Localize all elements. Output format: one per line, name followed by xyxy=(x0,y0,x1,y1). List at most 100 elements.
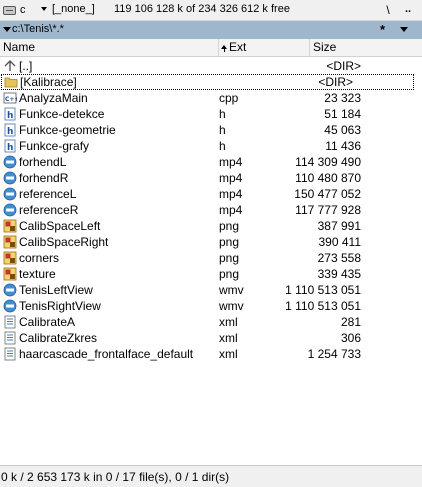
path-bar[interactable]: c:\Tenis\*.* * xyxy=(0,21,422,39)
file-ext: xml xyxy=(219,331,238,345)
file-ext: mp4 xyxy=(219,203,243,217)
file-row[interactable]: forhendL mp4 114 309 490 xyxy=(0,154,422,170)
file-ext: wmv xyxy=(219,283,244,297)
filter-button[interactable]: * xyxy=(380,22,385,37)
image-file-icon xyxy=(3,267,17,281)
file-list[interactable]: [..] <DIR> [Kalibrace] <DIR> C++ AnalyzaMain c… xyxy=(0,58,422,464)
file-ext: h xyxy=(219,123,226,137)
file-row[interactable]: referenceL mp4 150 477 052 xyxy=(0,186,422,202)
file-name: texture xyxy=(19,267,56,281)
file-name: Funkce-detekce xyxy=(19,107,105,121)
file-row[interactable]: C++ AnalyzaMain cpp 23 323 xyxy=(0,90,422,106)
volume-label: [_none_] xyxy=(52,3,95,15)
file-row[interactable]: forhendR mp4 110 480 870 xyxy=(0,170,422,186)
file-ext: png xyxy=(219,251,240,265)
file-ext: xml xyxy=(219,315,238,329)
column-header-ext[interactable]: Ext xyxy=(219,39,310,57)
file-name: TenisRightView xyxy=(19,299,101,313)
up-dir-icon xyxy=(3,59,17,73)
file-row[interactable]: TenisLeftView wmv 1 110 513 051 xyxy=(0,282,422,298)
xml-file-icon xyxy=(3,315,17,329)
file-row[interactable]: CalibrateA xml 281 xyxy=(0,314,422,330)
file-size: 150 477 052 xyxy=(294,187,361,201)
svg-text:h: h xyxy=(7,111,13,121)
file-name: forhendR xyxy=(19,171,69,185)
image-file-icon xyxy=(3,251,17,265)
file-row[interactable]: CalibSpaceRight png 390 411 xyxy=(0,234,422,250)
file-size: 1 110 513 051 xyxy=(285,299,361,313)
column-header-size[interactable]: Size xyxy=(310,39,422,57)
file-row[interactable]: [..] <DIR> xyxy=(0,58,422,74)
svg-text:h: h xyxy=(7,127,13,137)
video-file-icon xyxy=(3,155,17,169)
file-name: [..] xyxy=(19,59,33,73)
file-row[interactable]: h Funkce-detekce h 51 184 xyxy=(0,106,422,122)
file-ext: xml xyxy=(219,347,238,361)
file-name: Funkce-grafy xyxy=(19,139,90,153)
file-row[interactable]: referenceR mp4 117 777 928 xyxy=(0,202,422,218)
video-file-icon xyxy=(3,283,17,297)
file-row[interactable]: CalibSpaceLeft png 387 991 xyxy=(0,218,422,234)
svg-text:C++: C++ xyxy=(5,96,17,103)
file-name: CalibrateA xyxy=(19,315,76,329)
file-name: CalibSpaceRight xyxy=(19,235,109,249)
root-dir-button[interactable]: \ xyxy=(378,1,398,19)
current-path: c:\Tenis\*.* xyxy=(12,23,64,35)
file-row[interactable]: TenisRightView wmv 1 110 513 051 xyxy=(0,298,422,314)
file-row[interactable]: corners png 273 558 xyxy=(0,250,422,266)
status-bar: 0 k / 2 653 173 k in 0 / 17 file(s), 0 /… xyxy=(0,465,422,487)
image-file-icon xyxy=(3,219,17,233)
file-ext: png xyxy=(219,219,240,233)
file-name: forhendL xyxy=(19,155,67,169)
drive-letter: c xyxy=(20,4,26,16)
history-dropdown-icon[interactable] xyxy=(3,27,11,32)
file-size: 1 254 733 xyxy=(307,347,361,361)
video-file-icon xyxy=(3,203,17,217)
file-size: 390 411 xyxy=(318,235,362,249)
file-row[interactable]: haarcascade_frontalface_default xml 1 254 … xyxy=(0,346,422,362)
header-file-icon: h xyxy=(3,107,17,121)
header-file-icon: h xyxy=(3,123,17,137)
hard-drive-icon xyxy=(3,5,16,15)
file-row[interactable]: texture png 339 435 xyxy=(0,266,422,282)
file-ext: h xyxy=(219,139,226,153)
xml-file-icon xyxy=(3,331,17,345)
file-size: 273 558 xyxy=(317,251,361,265)
file-name: TenisLeftView xyxy=(19,283,93,297)
parent-dir-button[interactable]: .. xyxy=(398,1,418,19)
cpp-file-icon: C++ xyxy=(3,91,19,105)
file-name: CalibrateZkres xyxy=(19,331,98,345)
hotlist-dropdown-icon[interactable] xyxy=(400,27,408,32)
file-size: 51 184 xyxy=(324,107,361,121)
column-ext-label: Ext xyxy=(229,40,247,54)
file-size: 45 063 xyxy=(324,123,361,137)
file-name: referenceL xyxy=(19,187,77,201)
drive-selector[interactable]: c xyxy=(3,2,47,18)
file-name: AnalyzaMain xyxy=(19,91,88,105)
file-ext: png xyxy=(219,235,240,249)
file-size: 387 991 xyxy=(317,219,361,233)
file-row[interactable]: [Kalibrace] <DIR> xyxy=(1,74,414,90)
file-ext: h xyxy=(219,107,226,121)
file-row[interactable]: h Funkce-grafy h 11 436 xyxy=(0,138,422,154)
file-name: Funkce-geometrie xyxy=(19,123,116,137)
video-file-icon xyxy=(3,299,17,313)
file-size: 1 110 513 051 xyxy=(285,283,361,297)
folder-icon xyxy=(4,75,18,89)
file-size: 281 xyxy=(340,315,361,329)
video-file-icon xyxy=(3,187,17,201)
file-row[interactable]: CalibrateZkres xml 306 xyxy=(0,330,422,346)
file-name: CalibSpaceLeft xyxy=(19,219,101,233)
file-size: 11 436 xyxy=(325,139,361,153)
file-size: 339 435 xyxy=(317,267,361,281)
image-file-icon xyxy=(3,235,17,249)
file-row[interactable]: h Funkce-geometrie h 45 063 xyxy=(0,122,422,138)
file-ext: wmv xyxy=(219,299,244,313)
file-ext: mp4 xyxy=(219,187,243,201)
file-size: <DIR> xyxy=(326,59,361,73)
file-size: 110 480 870 xyxy=(295,171,361,185)
file-size: 306 xyxy=(340,331,361,345)
video-file-icon xyxy=(3,171,17,185)
status-text: 0 k / 2 653 173 k in 0 / 17 file(s), 0 /… xyxy=(1,470,230,484)
column-header-name[interactable]: Name xyxy=(0,39,219,57)
